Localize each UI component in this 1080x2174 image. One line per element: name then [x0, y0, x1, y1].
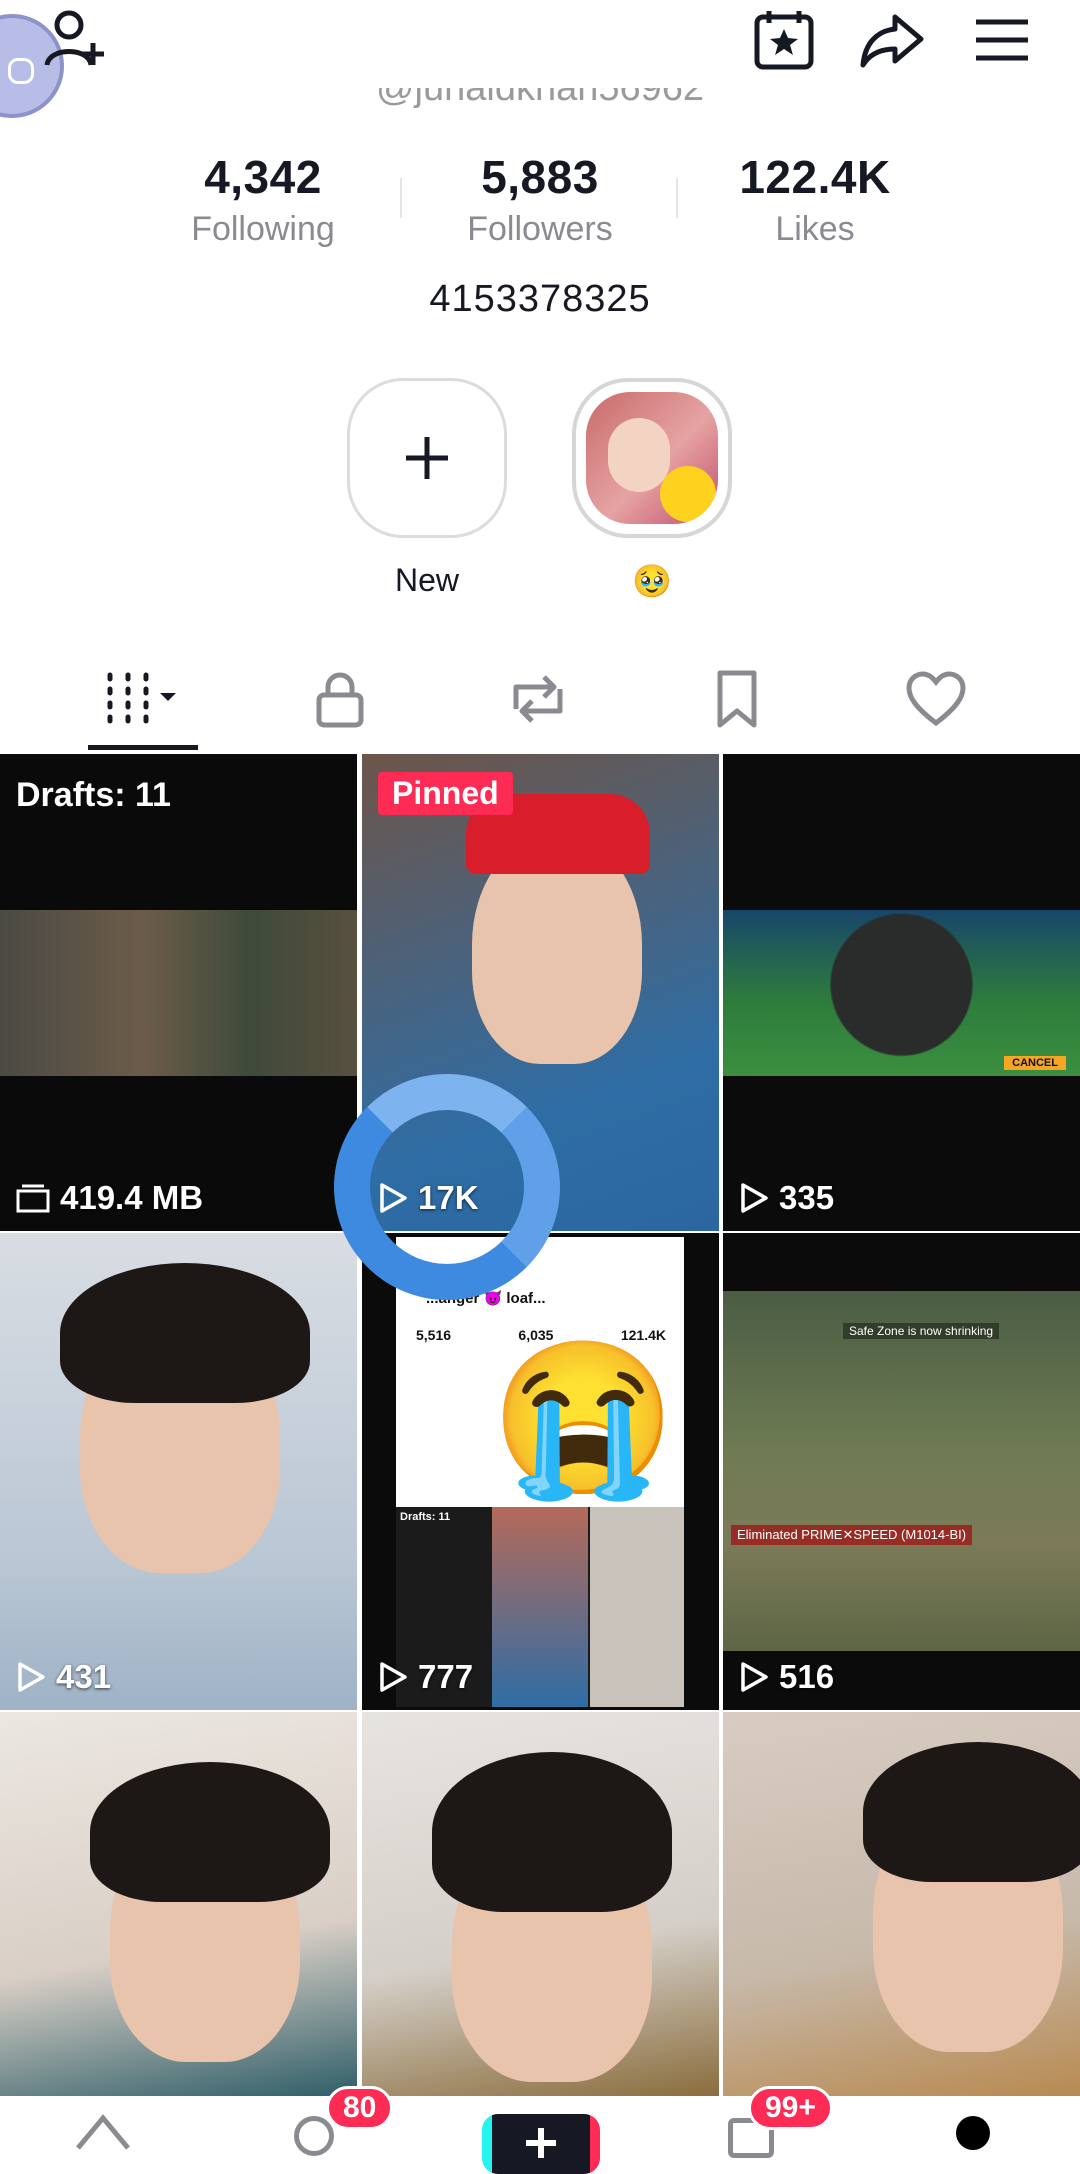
game-cancel-button: CANCEL: [1004, 1056, 1066, 1070]
profile-handle: @junaidkhan56962: [375, 88, 705, 109]
loading-spinner: [334, 1074, 560, 1300]
new-highlight-button[interactable]: [347, 378, 507, 538]
create-button[interactable]: [482, 2114, 600, 2174]
video-tile[interactable]: CANCEL 335: [723, 754, 1080, 1231]
story-highlight-label: 🥹: [632, 563, 672, 599]
menu-icon[interactable]: [966, 4, 1038, 76]
likes-label: Likes: [775, 210, 855, 248]
inner-following: 5,516: [416, 1327, 452, 1343]
views-label: 777: [418, 1658, 474, 1695]
new-highlight-label: New: [394, 562, 459, 598]
video-tile[interactable]: [362, 1712, 719, 2096]
profile-icon[interactable]: [956, 2116, 990, 2150]
video-tile[interactable]: ...anger 😈 loaf... 5,516 6,035 121.4K Dr…: [362, 1233, 719, 1710]
followers-stat[interactable]: 5,883 Followers: [410, 150, 670, 249]
grid-icon: [107, 672, 176, 724]
bookmark-icon: [717, 670, 757, 728]
profile-bio: 4153378325: [429, 278, 651, 320]
friends-badge: 80: [326, 2086, 394, 2130]
game-notice: Safe Zone is now shrinking: [843, 1323, 1000, 1339]
drafts-count: Drafts: 11: [16, 776, 171, 814]
tab-favorites[interactable]: [677, 664, 797, 734]
story-highlight[interactable]: [572, 378, 732, 538]
heart-icon: [906, 671, 966, 727]
followers-label: Followers: [467, 210, 613, 248]
drafts-size-label: 419.4 MB: [60, 1179, 204, 1216]
share-icon[interactable]: [856, 4, 928, 76]
emoji-sticker: [660, 466, 716, 522]
view-count: 516: [739, 1658, 834, 1696]
views-label: 335: [779, 1179, 835, 1216]
play-icon: [741, 1662, 768, 1692]
video-tile[interactable]: [0, 1712, 357, 2096]
following-count: 4,342: [204, 151, 322, 203]
following-stat[interactable]: 4,342 Following: [133, 150, 393, 249]
stat-divider: [400, 178, 402, 218]
active-tab-indicator: [88, 745, 198, 750]
inbox-badge: 99+: [748, 2086, 833, 2130]
likes-count: 122.4K: [739, 151, 891, 203]
tab-private[interactable]: [280, 664, 400, 734]
video-tile[interactable]: [723, 1712, 1080, 2096]
plus-icon: [406, 437, 448, 479]
plus-icon: [526, 2128, 556, 2158]
view-count: 335: [739, 1179, 834, 1217]
add-friend-icon[interactable]: [40, 4, 112, 76]
drafts-tile[interactable]: Drafts: 11 419.4 MB: [0, 754, 357, 1231]
bottom-navigation: 80 99+: [0, 2086, 1080, 2174]
likes-stat[interactable]: 122.4K Likes: [685, 150, 945, 249]
followers-count: 5,883: [481, 151, 599, 203]
storage-icon: [16, 1184, 50, 1213]
view-count: 431: [16, 1658, 111, 1696]
pinned-badge: Pinned: [378, 772, 513, 815]
home-icon[interactable]: [74, 2110, 132, 2155]
story-thumbnail: [586, 392, 718, 524]
play-icon: [380, 1662, 407, 1692]
stat-divider: [676, 178, 678, 218]
lock-icon: [316, 672, 364, 728]
play-icon: [741, 1183, 768, 1213]
inner-drafts: Drafts: 11: [400, 1511, 451, 1523]
video-tile[interactable]: 431: [0, 1233, 357, 1710]
tab-reposts[interactable]: [478, 664, 598, 734]
crying-emoji-sticker: 😭: [490, 1334, 677, 1502]
game-kill-feed: Eliminated PRIME✕SPEED (M1014-BI): [731, 1525, 973, 1545]
friends-icon[interactable]: [294, 2116, 334, 2156]
tab-videos[interactable]: [84, 664, 204, 734]
views-label: 516: [779, 1658, 835, 1695]
views-label: 431: [56, 1658, 112, 1695]
tab-liked[interactable]: [876, 664, 996, 734]
calendar-star-icon[interactable]: [748, 4, 820, 76]
drafts-size: 419.4 MB: [16, 1179, 203, 1217]
repost-icon: [513, 675, 563, 723]
play-icon: [18, 1662, 45, 1692]
bubble-icon: [8, 58, 34, 84]
following-label: Following: [191, 210, 335, 248]
view-count: 777: [378, 1658, 473, 1696]
video-tile[interactable]: Safe Zone is now shrinking Eliminated PR…: [723, 1233, 1080, 1710]
